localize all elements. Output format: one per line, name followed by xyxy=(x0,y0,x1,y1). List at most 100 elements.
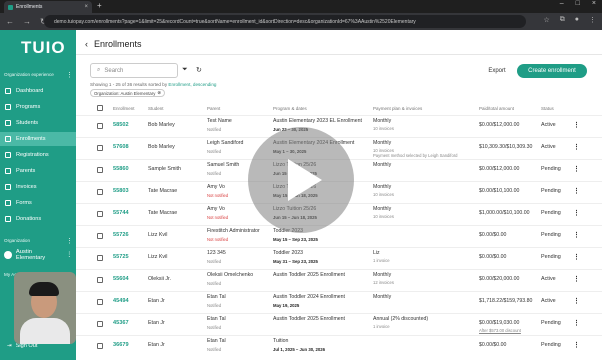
status-badge: Pending xyxy=(541,210,561,216)
enrollment-id-link[interactable]: 36679 xyxy=(113,342,129,348)
row-actions-icon[interactable]: ⋮ xyxy=(573,231,580,239)
row-checkbox[interactable] xyxy=(97,299,103,305)
back-icon[interactable]: ← xyxy=(6,17,14,26)
program-name: Austin Toddler 2025 Enrollment xyxy=(273,316,345,322)
enrollment-id-link[interactable]: 45494 xyxy=(113,298,129,304)
more-icon[interactable]: ⋮ xyxy=(66,237,73,245)
donations-icon xyxy=(5,216,11,222)
enrollment-id-link[interactable]: 55803 xyxy=(113,188,129,194)
search-input[interactable]: ⌕ Search xyxy=(90,63,178,78)
row-actions-icon[interactable]: ⋮ xyxy=(573,253,580,261)
payment-plan: Monthly xyxy=(373,118,392,124)
row-checkbox[interactable] xyxy=(97,343,103,349)
enrollment-id-link[interactable]: 55725 xyxy=(113,254,129,260)
table-row[interactable]: 55725 Lizz Kvil 123 345 Notified Toddler 202… xyxy=(76,247,602,268)
webcam-overlay xyxy=(14,272,76,344)
col-student[interactable]: Student xyxy=(148,106,164,111)
col-plan[interactable]: Payment plan & invoices xyxy=(373,106,422,111)
export-button[interactable]: Export xyxy=(479,64,515,78)
close-window-icon[interactable]: × xyxy=(592,0,596,7)
enrollment-id-link[interactable]: 55860 xyxy=(113,166,129,172)
enrollment-id-link[interactable]: 55744 xyxy=(113,210,129,216)
sidebar-item-programs[interactable]: Programs xyxy=(0,100,76,114)
table-row[interactable]: 45494 Etan Jr Etan Tal Notified Austin Toddl… xyxy=(76,291,602,312)
row-checkbox[interactable] xyxy=(97,145,103,151)
row-actions-icon[interactable]: ⋮ xyxy=(573,143,580,151)
create-enrollment-button[interactable]: Create enrollment xyxy=(517,64,587,78)
org-avatar xyxy=(4,251,12,259)
row-actions-icon[interactable]: ⋮ xyxy=(573,319,580,327)
invoice-count: 10 invoices xyxy=(373,214,394,219)
table-row[interactable]: 36679 Etan Jr Etan Tal Notified Tuition Jul 1… xyxy=(76,335,602,356)
page-title: Enrollments xyxy=(94,39,142,49)
bookmark-icon[interactable]: ☆ xyxy=(543,16,549,24)
refresh-icon[interactable]: ↻ xyxy=(196,66,202,74)
table-row[interactable]: 55726 Lizz Kvil Firestitch Administrator No… xyxy=(76,225,602,246)
paid-amount: $10,309.30/$10,309.30 xyxy=(479,144,533,150)
sidebar-item-enrollments[interactable]: Enrollments xyxy=(0,132,76,146)
filter-icon[interactable]: ⏷ xyxy=(182,66,188,74)
sidebar-item-registrations[interactable]: Registrations xyxy=(0,148,76,162)
row-checkbox[interactable] xyxy=(97,211,103,217)
col-program[interactable]: Program & dates xyxy=(273,106,307,111)
maximize-icon[interactable]: □ xyxy=(576,0,580,7)
table-row[interactable]: 58502 Bob Marley Test Name Notified Austin E… xyxy=(76,115,602,136)
video-play-overlay[interactable] xyxy=(248,127,354,233)
student-name: Etan Jr xyxy=(148,342,165,348)
extensions-icon[interactable]: ⧉ xyxy=(560,16,565,24)
col-enrollment[interactable]: Enrollment xyxy=(113,106,135,111)
enrollment-id-link[interactable]: 57608 xyxy=(113,144,129,150)
filter-chip[interactable]: Organization: Austin Elementary ⊗ xyxy=(90,89,165,97)
more-icon[interactable]: ⋮ xyxy=(66,71,73,79)
browser-tab[interactable]: Enrollments × xyxy=(4,1,92,13)
row-checkbox[interactable] xyxy=(97,189,103,195)
status-badge: Active xyxy=(541,144,556,150)
sidebar-item-forms[interactable]: Forms xyxy=(0,196,76,210)
row-actions-icon[interactable]: ⋮ xyxy=(573,341,580,349)
close-tab-icon[interactable]: × xyxy=(84,4,88,10)
more-icon[interactable]: ⋮ xyxy=(66,252,72,258)
notify-status: Notified xyxy=(207,127,222,132)
parent-name: Etan Tal xyxy=(207,294,226,300)
col-status[interactable]: Status xyxy=(541,106,554,111)
row-actions-icon[interactable]: ⋮ xyxy=(573,209,580,217)
student-name: Tate Macrae xyxy=(148,210,178,216)
sidebar-item-invoices[interactable]: Invoices xyxy=(0,180,76,194)
row-actions-icon[interactable]: ⋮ xyxy=(573,165,580,173)
back-arrow-icon[interactable]: ‹ xyxy=(85,39,88,49)
row-actions-icon[interactable]: ⋮ xyxy=(573,187,580,195)
row-actions-icon[interactable]: ⋮ xyxy=(573,297,580,305)
forward-icon[interactable]: → xyxy=(23,17,31,26)
sidebar-item-parents[interactable]: Parents xyxy=(0,164,76,178)
remove-filter-icon[interactable]: ⊗ xyxy=(157,90,161,96)
table-row[interactable]: 55604 Oleksii Jr. Oleksii Omelchenko Notifi… xyxy=(76,269,602,290)
org-switcher[interactable]: Austin Elementary ⋮ xyxy=(4,248,72,262)
minimize-icon[interactable]: – xyxy=(560,0,564,7)
row-checkbox[interactable] xyxy=(97,233,103,239)
row-actions-icon[interactable]: ⋮ xyxy=(573,275,580,283)
sort-link[interactable]: Enrollment xyxy=(168,82,190,87)
row-actions-icon[interactable]: ⋮ xyxy=(573,121,580,129)
row-checkbox[interactable] xyxy=(97,167,103,173)
col-paid[interactable]: Paid/total amount xyxy=(479,106,514,111)
program-name: Austin Toddler 2024 Enrollment xyxy=(273,294,345,300)
row-checkbox[interactable] xyxy=(97,277,103,283)
enrollment-id-link[interactable]: 45367 xyxy=(113,320,129,326)
table-row[interactable]: 45367 Etan Jr Etan Tal Notified Austin Toddl… xyxy=(76,313,602,334)
col-parent[interactable]: Parent xyxy=(207,106,220,111)
new-tab-icon[interactable]: + xyxy=(97,1,102,10)
parent-name: Samuel Smith xyxy=(207,162,240,168)
url-field[interactable]: demo.tuiopay.com/enrollments?page=1&limi… xyxy=(44,15,526,28)
enrollment-id-link[interactable]: 55604 xyxy=(113,276,129,282)
select-all-checkbox[interactable] xyxy=(97,105,103,111)
sidebar-item-donations[interactable]: Donations xyxy=(0,212,76,226)
sidebar-item-students[interactable]: Students xyxy=(0,116,76,130)
sidebar-item-dashboard[interactable]: Dashboard xyxy=(0,84,76,98)
row-checkbox[interactable] xyxy=(97,321,103,327)
row-checkbox[interactable] xyxy=(97,255,103,261)
row-checkbox[interactable] xyxy=(97,123,103,129)
menu-icon[interactable]: ⋮ xyxy=(589,16,596,24)
enrollment-id-link[interactable]: 58502 xyxy=(113,122,129,128)
profile-icon[interactable]: ● xyxy=(575,16,579,24)
enrollment-id-link[interactable]: 55726 xyxy=(113,232,129,238)
